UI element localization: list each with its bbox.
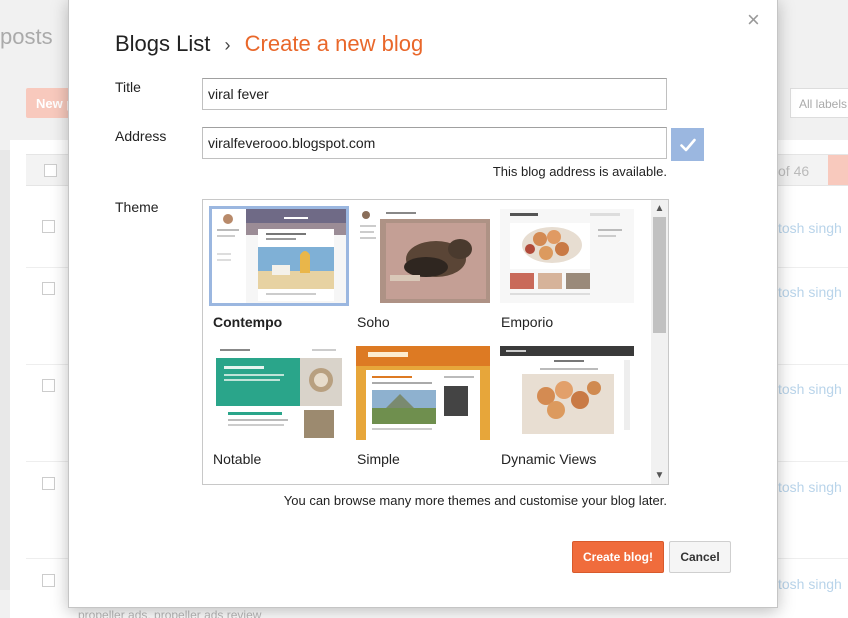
background-labels-button: All labels xyxy=(790,88,848,118)
background-post-count: of 46 xyxy=(778,163,810,179)
theme-simple[interactable]: Simple xyxy=(353,343,493,467)
background-author: tosh singh xyxy=(778,576,842,592)
theme-simple-preview xyxy=(353,343,493,443)
address-label: Address xyxy=(115,128,167,144)
background-title: posts xyxy=(0,24,53,49)
background-author: tosh singh xyxy=(778,381,842,397)
contempo-preview-image xyxy=(212,209,346,303)
scroll-up-arrow-icon[interactable]: ▲ xyxy=(651,200,668,217)
theme-dynamic-views-preview xyxy=(497,343,637,443)
cancel-button[interactable]: Cancel xyxy=(669,541,731,573)
background-row-checkbox xyxy=(42,220,55,233)
theme-picker-scrollbar[interactable]: ▲ ▼ xyxy=(651,200,668,484)
theme-name: Simple xyxy=(357,451,400,467)
theme-name: Notable xyxy=(213,451,262,467)
theme-emporio-preview xyxy=(497,206,637,306)
theme-name: Contempo xyxy=(213,314,283,330)
breadcrumb-current-page: Create a new blog xyxy=(244,31,424,56)
background-pager-button xyxy=(828,155,848,185)
browse-themes-note: You can browse many more themes and cust… xyxy=(283,493,667,508)
breadcrumb-blogs-list-link[interactable]: Blogs List xyxy=(115,31,210,56)
background-select-all-checkbox xyxy=(44,164,57,177)
background-row-checkbox xyxy=(42,574,55,587)
breadcrumb-separator: › xyxy=(224,35,231,55)
scroll-down-arrow-icon[interactable]: ▼ xyxy=(651,467,668,484)
simple-preview-image xyxy=(356,346,490,440)
background-sidebar xyxy=(0,150,10,590)
theme-soho[interactable]: Soho xyxy=(353,206,493,330)
theme-contempo-preview xyxy=(209,206,349,306)
background-row-checkbox xyxy=(42,477,55,490)
background-row-checkbox xyxy=(42,282,55,295)
checkmark-icon xyxy=(679,138,696,151)
theme-contempo[interactable]: Contempo xyxy=(209,206,349,330)
emporio-preview-image xyxy=(500,209,634,303)
background-row-checkbox xyxy=(42,379,55,392)
theme-soho-preview xyxy=(353,206,493,306)
breadcrumb: Blogs List › Create a new blog xyxy=(115,31,423,57)
address-status-text: This blog address is available. xyxy=(492,164,667,179)
background-author: tosh singh xyxy=(778,220,842,236)
scrollbar-thumb[interactable] xyxy=(653,217,666,333)
dynamic-views-preview-image xyxy=(500,346,634,440)
address-input[interactable] xyxy=(202,127,667,159)
create-blog-button[interactable]: Create blog! xyxy=(572,541,664,573)
theme-dynamic-views[interactable]: Dynamic Views xyxy=(497,343,637,467)
soho-preview-image xyxy=(356,209,490,303)
theme-name: Dynamic Views xyxy=(501,451,597,467)
create-blog-dialog: × Blogs List › Create a new blog Title A… xyxy=(68,0,778,608)
theme-notable[interactable]: Notable xyxy=(209,343,349,467)
background-footer-text: propeller ads, propeller ads review xyxy=(78,608,262,618)
title-input[interactable] xyxy=(202,78,667,110)
background-author: tosh singh xyxy=(778,284,842,300)
theme-name: Soho xyxy=(357,314,390,330)
notable-preview-image xyxy=(212,346,346,440)
theme-name: Emporio xyxy=(501,314,554,330)
close-icon[interactable]: × xyxy=(747,9,760,31)
background-author: tosh singh xyxy=(778,479,842,495)
address-available-indicator xyxy=(671,128,704,161)
theme-emporio[interactable]: Emporio xyxy=(497,206,637,330)
theme-picker[interactable]: Contempo Soho Emporio Notable Simple Dyn… xyxy=(202,199,669,485)
title-label: Title xyxy=(115,79,141,95)
theme-notable-preview xyxy=(209,343,349,443)
theme-label: Theme xyxy=(115,199,159,215)
